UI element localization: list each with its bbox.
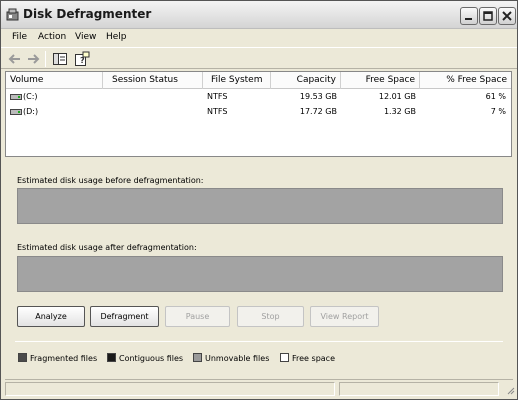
disk-defragmenter-window: Disk Defragmenter File Action View Help	[0, 0, 518, 400]
legend-contiguous-label: Contiguous files	[119, 354, 184, 363]
column-header-file-system[interactable]: File System	[203, 72, 271, 89]
capacity-cell: 17.72 GB	[299, 107, 337, 116]
menu-help[interactable]: Help	[106, 32, 127, 42]
capacity-cell: 19.53 GB	[299, 92, 337, 101]
menu-file[interactable]: File	[12, 32, 27, 42]
column-header-session-status[interactable]: Session Status	[103, 72, 203, 89]
usage-after-display	[17, 256, 503, 292]
toolbar: ?	[1, 47, 517, 69]
free-space-swatch	[280, 353, 289, 362]
column-header-volume[interactable]: Volume	[6, 72, 103, 89]
file-system-cell: NTFS	[207, 107, 228, 116]
free-space-cell: 12.01 GB	[378, 92, 416, 101]
console-tree-icon[interactable]	[52, 51, 68, 67]
column-header-free-space[interactable]: Free Space	[341, 72, 420, 89]
stop-button[interactable]: Stop	[237, 306, 304, 327]
free-space-cell: 1.32 GB	[383, 107, 416, 116]
volume-cell: (D:)	[10, 107, 38, 116]
file-system-cell: NTFS	[207, 92, 228, 101]
hard-drive-icon	[10, 93, 22, 100]
usage-before-label: Estimated disk usage before defragmentat…	[17, 176, 204, 185]
legend-free-space: Free space	[280, 353, 335, 363]
percent-free-cell: 61 %	[485, 92, 506, 101]
status-pane-secondary	[339, 382, 499, 396]
column-header-capacity[interactable]: Capacity	[271, 72, 341, 89]
close-icon	[502, 11, 512, 21]
usage-before-display	[17, 188, 503, 224]
menu-view[interactable]: View	[75, 32, 96, 42]
close-button[interactable]	[498, 7, 516, 25]
volume-cell: (C:)	[10, 92, 38, 101]
legend-unmovable: Unmovable files	[193, 353, 269, 363]
analyze-button[interactable]: Analyze	[17, 306, 85, 327]
hard-drive-icon	[10, 108, 22, 115]
pause-button[interactable]: Pause	[165, 306, 230, 327]
volume-list-header: Volume Session Status File System Capaci…	[6, 72, 511, 89]
back-arrow-icon[interactable]	[7, 51, 23, 67]
status-bar	[5, 379, 515, 397]
status-pane-main	[5, 382, 335, 396]
legend-fragmented-label: Fragmented files	[30, 354, 98, 363]
minimize-button[interactable]	[460, 7, 478, 25]
legend-contiguous: Contiguous files	[107, 353, 183, 363]
volume-name: (D:)	[23, 107, 39, 116]
defragmenter-app-icon	[6, 8, 19, 21]
minimize-icon	[465, 18, 472, 20]
title-bar[interactable]: Disk Defragmenter	[1, 1, 517, 29]
volume-list[interactable]: Volume Session Status File System Capaci…	[5, 71, 512, 157]
toolbar-separator	[45, 51, 46, 67]
maximize-button[interactable]	[479, 7, 497, 25]
contiguous-swatch	[107, 353, 116, 362]
menu-bar: File Action View Help	[1, 30, 517, 46]
legend-fragmented: Fragmented files	[18, 353, 97, 363]
legend-free-space-label: Free space	[292, 354, 335, 363]
table-row[interactable]: (C:) NTFS 19.53 GB 12.01 GB 61 %	[6, 91, 511, 105]
fragmented-swatch	[18, 353, 27, 362]
help-icon[interactable]: ?	[74, 51, 90, 67]
defragment-button[interactable]: Defragment	[90, 306, 159, 327]
menu-action[interactable]: Action	[38, 32, 66, 42]
legend-unmovable-label: Unmovable files	[205, 354, 270, 363]
forward-arrow-icon[interactable]	[25, 51, 41, 67]
window-title: Disk Defragmenter	[23, 7, 152, 21]
view-report-button[interactable]: View Report	[310, 306, 379, 327]
legend-divider	[15, 341, 503, 342]
column-header-percent-free[interactable]: % Free Space	[420, 72, 511, 89]
volume-name: (C:)	[23, 92, 38, 101]
percent-free-cell: 7 %	[490, 107, 506, 116]
maximize-icon	[483, 11, 493, 21]
unmovable-swatch	[193, 353, 202, 362]
usage-after-label: Estimated disk usage after defragmentati…	[17, 243, 197, 252]
table-row[interactable]: (D:) NTFS 17.72 GB 1.32 GB 7 %	[6, 106, 511, 120]
resize-grip-icon[interactable]	[505, 385, 515, 395]
